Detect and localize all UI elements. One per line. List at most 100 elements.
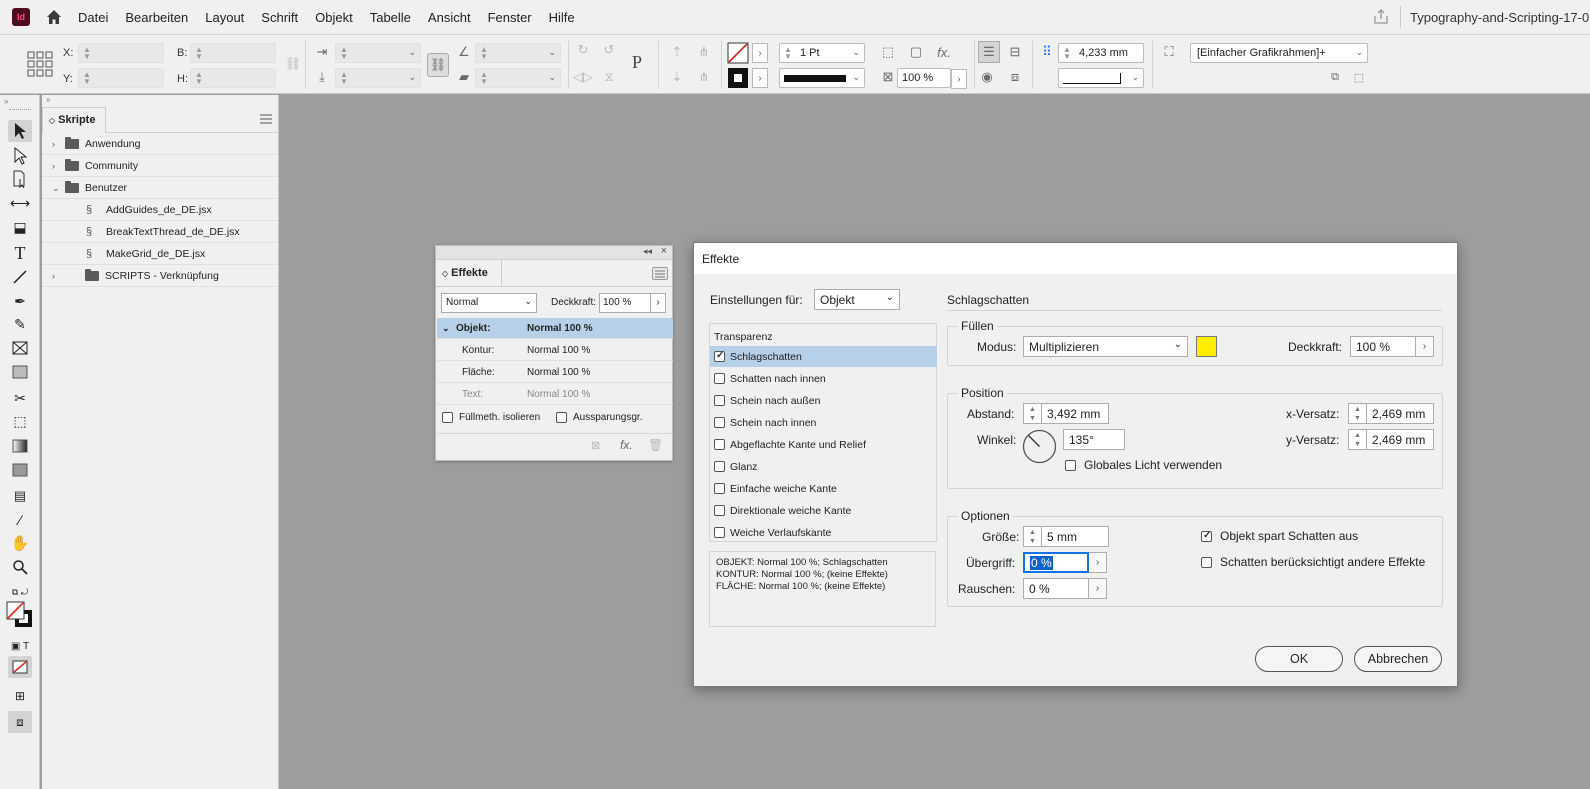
fill-color-icon[interactable] (727, 42, 749, 64)
apply-none-icon[interactable] (8, 656, 32, 678)
shadow-honors-effects-checkbox[interactable]: Schatten berücksichtigt andere Effekte (1201, 555, 1425, 569)
opacity-arrow-button[interactable]: › (651, 293, 666, 313)
effects-panel-header[interactable]: ◂◂ × (436, 245, 672, 260)
line-tool-icon[interactable] (8, 266, 32, 288)
constrain-proportions-icon[interactable]: ⛓ (284, 55, 302, 73)
fx-icon[interactable]: fx. (620, 438, 633, 452)
menu-hilfe[interactable]: Hilfe (549, 10, 575, 25)
tools-collapse-icon[interactable]: » (4, 97, 8, 106)
rotate-angle-field[interactable]: ▲ ▼ ⌄ (475, 43, 561, 63)
page-tool-icon[interactable] (8, 168, 32, 190)
select-content-icon[interactable]: ⇣ (668, 68, 686, 86)
effect-directional-feather[interactable]: Direktionale weiche Kante (710, 500, 937, 521)
distance-stepper[interactable]: ▲ ▼ (1023, 403, 1041, 424)
tree-folder-scripts-shortcut[interactable]: › SCRIPTS - Verknüpfung (42, 266, 278, 287)
shear-angle-field[interactable]: ▲ ▼ ⌄ (475, 68, 561, 88)
panel-menu-icon[interactable] (652, 267, 668, 280)
select-container-icon[interactable]: ⇡ (668, 43, 686, 61)
text-wrap-none-icon[interactable]: ☰ (978, 41, 1000, 63)
fill-stroke-swatch-icon[interactable] (6, 601, 34, 629)
y-field[interactable]: ▲ ▼ (78, 68, 164, 88)
tree-folder-anwendung[interactable]: › Anwendung (42, 134, 278, 155)
fx-row-fill[interactable]: Fläche: Normal 100 % (437, 362, 673, 383)
stroke-menu-arrow[interactable]: › (752, 68, 768, 88)
rotate-cw-icon[interactable]: ↻ (574, 41, 592, 59)
panel-menu-icon[interactable] (260, 114, 272, 124)
effect-drop-shadow[interactable]: Schlagschatten (710, 346, 937, 367)
scissors-tool-icon[interactable]: ✂ (8, 387, 32, 409)
swap-colors-icon[interactable]: ⧉ ⤾ (8, 581, 32, 603)
tree-folder-community[interactable]: › Community (42, 156, 278, 177)
menu-layout[interactable]: Layout (205, 10, 244, 25)
chevron-right-icon[interactable]: › (52, 271, 62, 281)
tree-script-makegrid[interactable]: § MakeGrid_de_DE.jsx (42, 244, 278, 265)
select-next-icon[interactable]: ⋔ (695, 43, 713, 61)
tools-grip[interactable] (9, 109, 31, 111)
text-wrap-shape-icon[interactable]: ◉ (978, 68, 996, 86)
reference-point-icon[interactable] (27, 51, 53, 77)
distance-field[interactable]: 3,492 mm (1041, 403, 1109, 424)
tab-scripts[interactable]: ◇ Skripte (42, 107, 106, 133)
size-field[interactable]: 5 mm (1041, 526, 1109, 547)
style-options-icon[interactable]: ⬚ (1350, 68, 1368, 86)
flip-horizontal-icon[interactable]: ◁▷ (573, 68, 593, 86)
scale-y-field[interactable]: ▲ ▼ ⌄ (335, 68, 421, 88)
shadow-color-swatch[interactable] (1196, 336, 1217, 357)
corner-options-icon[interactable]: ⬚ (879, 43, 897, 61)
collapse-panel-icon[interactable]: ◂◂ (643, 246, 652, 257)
zoom-tool-icon[interactable] (8, 556, 32, 578)
object-style-dropdown[interactable]: [Einfacher Grafikrahmen]+ ⌄ (1190, 43, 1368, 63)
gradient-feather-tool-icon[interactable] (8, 459, 32, 481)
x-field[interactable]: ▲ ▼ (78, 43, 164, 63)
x-offset-stepper[interactable]: ▲ ▼ (1348, 403, 1366, 424)
isolate-blending-checkbox[interactable]: Füllmeth. isolieren (442, 412, 540, 423)
tree-folder-benutzer[interactable]: ⌄ Benutzer (42, 178, 278, 199)
width-field[interactable]: ▲ ▼ (190, 43, 276, 63)
dialog-titlebar[interactable]: Effekte (694, 243, 1457, 274)
fx-row-stroke[interactable]: Kontur: Normal 100 % (437, 340, 673, 361)
rectangle-frame-tool-icon[interactable] (8, 337, 32, 359)
select-previous-icon[interactable]: ⋔ (695, 68, 713, 86)
eyedropper-tool-icon[interactable]: ⁄ (8, 509, 32, 531)
cancel-button[interactable]: Abbrechen (1354, 646, 1442, 672)
noise-arrow[interactable]: › (1089, 578, 1107, 599)
menu-schrift[interactable]: Schrift (261, 10, 298, 25)
knockout-group-checkbox[interactable]: Aussparungsgr. (556, 412, 643, 423)
note-tool-icon[interactable]: ▤ (8, 485, 32, 507)
preview-mode-icon[interactable]: ⧈ (8, 711, 32, 733)
clear-overrides-icon[interactable]: ⧉ (1326, 68, 1344, 86)
format-container-icon[interactable]: ▣ T (8, 635, 32, 657)
size-stepper[interactable]: ▲ ▼ (1023, 526, 1041, 547)
angle-field[interactable]: 135° (1063, 429, 1125, 450)
link-scale-icon[interactable]: ⛓ (427, 53, 449, 77)
clear-effects-icon[interactable]: ⊠ (591, 439, 600, 452)
close-panel-icon[interactable]: × (661, 245, 667, 257)
menu-objekt[interactable]: Objekt (315, 10, 353, 25)
rectangle-tool-icon[interactable] (8, 361, 32, 383)
hand-tool-icon[interactable]: ✋ (8, 532, 32, 554)
effect-bevel-emboss[interactable]: Abgeflachte Kante und Relief (710, 434, 937, 455)
height-field[interactable]: ▲ ▼ (190, 68, 276, 88)
fx-row-object[interactable]: ⌄ Objekt: Normal 100 % (437, 318, 673, 339)
global-light-checkbox[interactable]: Globales Licht verwenden (1065, 458, 1222, 472)
selection-tool-icon[interactable] (8, 120, 32, 142)
menu-bearbeiten[interactable]: Bearbeiten (125, 10, 188, 25)
spread-arrow[interactable]: › (1089, 552, 1107, 573)
text-wrap-jump-icon[interactable]: ⧈ (1006, 68, 1024, 86)
spread-field[interactable]: 0 % (1023, 552, 1089, 573)
y-offset-stepper[interactable]: ▲ ▼ (1348, 429, 1366, 450)
stroke-type-field[interactable]: ⌄ (779, 68, 865, 88)
flip-vertical-icon[interactable]: ⧖ (600, 68, 618, 86)
effect-satin[interactable]: Glanz (710, 456, 937, 477)
chevron-down-icon[interactable]: ⌄ (52, 183, 62, 194)
text-wrap-bbox-icon[interactable]: ⊟ (1006, 43, 1024, 61)
free-transform-tool-icon[interactable]: ⬚ (8, 410, 32, 432)
opacity-field[interactable]: 100 % (599, 293, 651, 313)
mode-dropdown[interactable]: Multiplizieren ⌄ (1023, 336, 1188, 357)
menu-fenster[interactable]: Fenster (488, 10, 532, 25)
menu-datei[interactable]: Datei (78, 10, 108, 25)
menu-tabelle[interactable]: Tabelle (370, 10, 411, 25)
effect-inner-glow[interactable]: Schein nach innen (710, 412, 937, 433)
fill-opacity-field[interactable]: 100 % (1350, 336, 1416, 357)
chevron-right-icon[interactable]: › (52, 139, 62, 149)
